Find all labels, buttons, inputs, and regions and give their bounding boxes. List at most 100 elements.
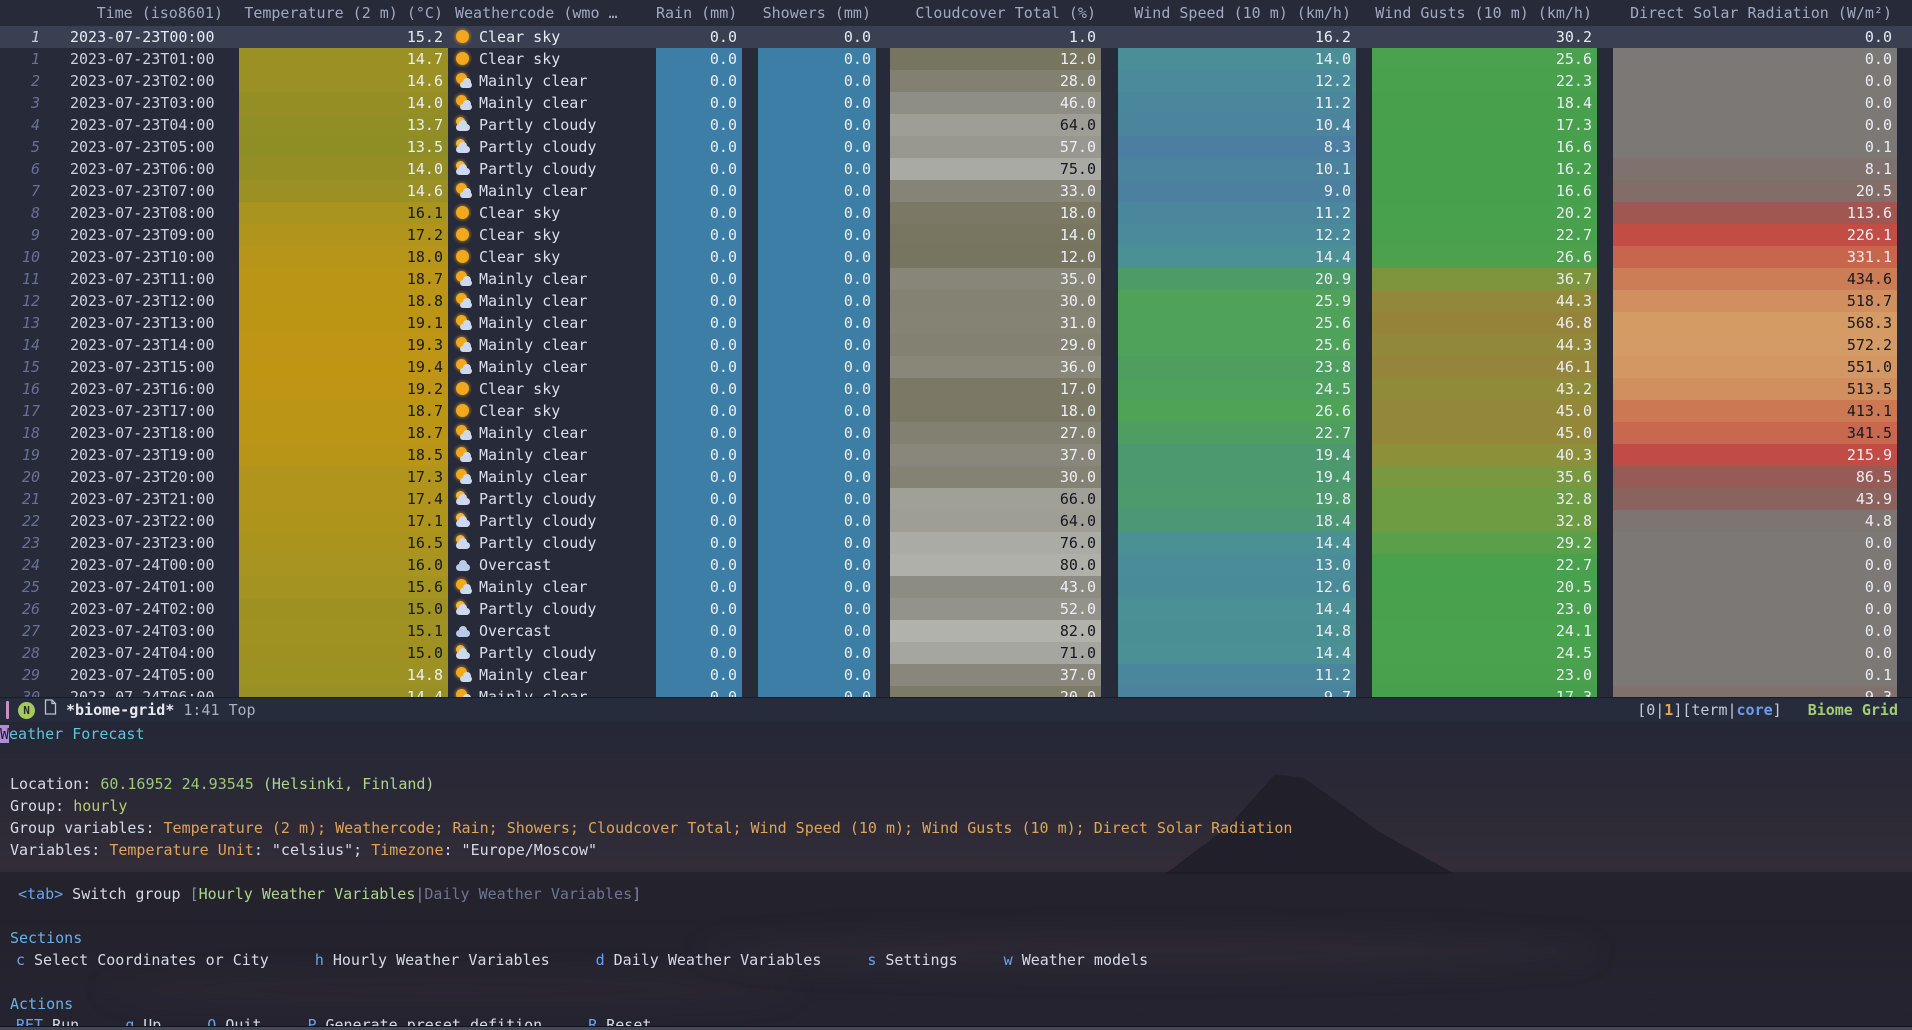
cell-showers[interactable]: 0.0: [758, 180, 876, 202]
cell-showers[interactable]: 0.0: [758, 642, 876, 664]
cell-rain[interactable]: 0.0: [656, 488, 742, 510]
cell-wind_speed[interactable]: 14.0: [1118, 48, 1356, 70]
cell-showers[interactable]: 0.0: [758, 312, 876, 334]
cell-time[interactable]: 2023-07-24T06:00: [50, 686, 228, 697]
cell-time[interactable]: 2023-07-23T12:00: [50, 290, 228, 312]
cell-time[interactable]: 2023-07-23T09:00: [50, 224, 228, 246]
cell-cloudcover[interactable]: 80.0: [890, 554, 1101, 576]
cell-time[interactable]: 2023-07-23T05:00: [50, 136, 228, 158]
cell-showers[interactable]: 0.0: [758, 268, 876, 290]
workspace-indicator[interactable]: [0|1][term|core]: [1637, 699, 1782, 722]
table-row[interactable]: 192023-07-23T19:0018.5Mainly clear0.00.0…: [0, 444, 1912, 466]
cell-wind_gusts[interactable]: 16.2: [1372, 158, 1597, 180]
cell-solar[interactable]: 518.7: [1613, 290, 1897, 312]
cell-showers[interactable]: 0.0: [758, 378, 876, 400]
cell-cloudcover[interactable]: 71.0: [890, 642, 1101, 664]
cell-showers[interactable]: 0.0: [758, 334, 876, 356]
cell-weather[interactable]: Mainly clear: [448, 268, 656, 290]
menu-item-weather-models[interactable]: wWeather models: [1004, 949, 1148, 971]
cell-temperature[interactable]: 18.5: [239, 444, 448, 466]
cell-wind_gusts[interactable]: 22.7: [1372, 224, 1597, 246]
cell-cloudcover[interactable]: 82.0: [890, 620, 1101, 642]
menu-item-select-coordinates[interactable]: cSelect Coordinates or City: [16, 949, 269, 971]
cell-weather[interactable]: Clear sky: [448, 378, 656, 400]
table-row[interactable]: 142023-07-23T14:0019.3Mainly clear0.00.0…: [0, 334, 1912, 356]
switch-group-line[interactable]: <tab> Switch group [Hourly Weather Varia…: [0, 883, 1912, 905]
cell-wind_speed[interactable]: 25.9: [1118, 290, 1356, 312]
cell-wind_gusts[interactable]: 20.2: [1372, 202, 1597, 224]
cell-time[interactable]: 2023-07-24T00:00: [50, 554, 228, 576]
cell-cloudcover[interactable]: 36.0: [890, 356, 1101, 378]
cell-showers[interactable]: 0.0: [758, 488, 876, 510]
cell-temperature[interactable]: 18.7: [239, 422, 448, 444]
cell-wind_gusts[interactable]: 17.3: [1372, 114, 1597, 136]
cell-wind_speed[interactable]: 14.4: [1118, 642, 1356, 664]
cell-temperature[interactable]: 14.0: [239, 92, 448, 114]
cell-showers[interactable]: 0.0: [758, 70, 876, 92]
cell-cloudcover[interactable]: 57.0: [890, 136, 1101, 158]
cell-cloudcover[interactable]: 37.0: [890, 444, 1101, 466]
cell-temperature[interactable]: 17.1: [239, 510, 448, 532]
cell-cloudcover[interactable]: 46.0: [890, 92, 1101, 114]
cell-wind_speed[interactable]: 19.4: [1118, 444, 1356, 466]
cell-showers[interactable]: 0.0: [758, 554, 876, 576]
cell-wind_gusts[interactable]: 29.2: [1372, 532, 1597, 554]
cell-time[interactable]: 2023-07-24T03:00: [50, 620, 228, 642]
table-row[interactable]: 302023-07-24T06:0014.4Mainly clear0.00.0…: [0, 686, 1912, 697]
cell-solar[interactable]: 572.2: [1613, 334, 1897, 356]
cell-wind_speed[interactable]: 14.8: [1118, 620, 1356, 642]
cell-wind_speed[interactable]: 25.6: [1118, 312, 1356, 334]
cell-weather[interactable]: Mainly clear: [448, 576, 656, 598]
cell-wind_speed[interactable]: 12.2: [1118, 224, 1356, 246]
cell-weather[interactable]: Mainly clear: [448, 92, 656, 114]
cell-weather[interactable]: Clear sky: [448, 246, 656, 268]
cell-rain[interactable]: 0.0: [656, 312, 742, 334]
cell-solar[interactable]: 0.0: [1613, 576, 1897, 598]
cell-showers[interactable]: 0.0: [758, 510, 876, 532]
cell-wind_speed[interactable]: 12.6: [1118, 576, 1356, 598]
cell-temperature[interactable]: 13.7: [239, 114, 448, 136]
cell-temperature[interactable]: 14.4: [239, 686, 448, 697]
cell-weather[interactable]: Mainly clear: [448, 422, 656, 444]
cell-time[interactable]: 2023-07-23T03:00: [50, 92, 228, 114]
cell-cloudcover[interactable]: 52.0: [890, 598, 1101, 620]
cell-solar[interactable]: 0.0: [1613, 620, 1897, 642]
cell-weather[interactable]: Partly cloudy: [448, 158, 656, 180]
table-row[interactable]: 32023-07-23T03:0014.0Mainly clear0.00.04…: [0, 92, 1912, 114]
menu-item-daily-variables[interactable]: dDaily Weather Variables: [596, 949, 822, 971]
cell-showers[interactable]: 0.0: [758, 422, 876, 444]
cell-wind_speed[interactable]: 11.2: [1118, 92, 1356, 114]
cell-showers[interactable]: 0.0: [758, 400, 876, 422]
cell-time[interactable]: 2023-07-23T17:00: [50, 400, 228, 422]
cell-showers[interactable]: 0.0: [758, 620, 876, 642]
cell-solar[interactable]: 0.0: [1613, 532, 1897, 554]
cell-temperature[interactable]: 18.7: [239, 268, 448, 290]
cell-solar[interactable]: 0.1: [1613, 664, 1897, 686]
cell-showers[interactable]: 0.0: [758, 224, 876, 246]
table-row[interactable]: 132023-07-23T13:0019.1Mainly clear0.00.0…: [0, 312, 1912, 334]
cell-solar[interactable]: 9.3: [1613, 686, 1897, 697]
cell-solar[interactable]: 434.6: [1613, 268, 1897, 290]
cell-rain[interactable]: 0.0: [656, 378, 742, 400]
cell-wind_gusts[interactable]: 22.3: [1372, 70, 1597, 92]
cell-wind_speed[interactable]: 10.4: [1118, 114, 1356, 136]
cell-solar[interactable]: 86.5: [1613, 466, 1897, 488]
cell-wind_speed[interactable]: 10.1: [1118, 158, 1356, 180]
cell-solar[interactable]: 0.0: [1613, 598, 1897, 620]
cell-weather[interactable]: Mainly clear: [448, 290, 656, 312]
cell-cloudcover[interactable]: 18.0: [890, 202, 1101, 224]
cell-wind_gusts[interactable]: 20.5: [1372, 576, 1597, 598]
header-showers[interactable]: Showers (mm): [758, 0, 876, 26]
cell-cloudcover[interactable]: 33.0: [890, 180, 1101, 202]
header-wind_gusts[interactable]: Wind Gusts (10 m) (km/h): [1372, 0, 1597, 26]
menu-item-hourly-variables[interactable]: hHourly Weather Variables: [315, 949, 550, 971]
cell-showers[interactable]: 0.0: [758, 136, 876, 158]
major-mode-name[interactable]: Biome Grid: [1808, 699, 1898, 722]
cell-weather[interactable]: Partly cloudy: [448, 136, 656, 158]
cell-wind_gusts[interactable]: 18.4: [1372, 92, 1597, 114]
cell-time[interactable]: 2023-07-23T21:00: [50, 488, 228, 510]
cell-showers[interactable]: 0.0: [758, 290, 876, 312]
cell-rain[interactable]: 0.0: [656, 136, 742, 158]
cell-weather[interactable]: Mainly clear: [448, 334, 656, 356]
cell-temperature[interactable]: 13.5: [239, 136, 448, 158]
